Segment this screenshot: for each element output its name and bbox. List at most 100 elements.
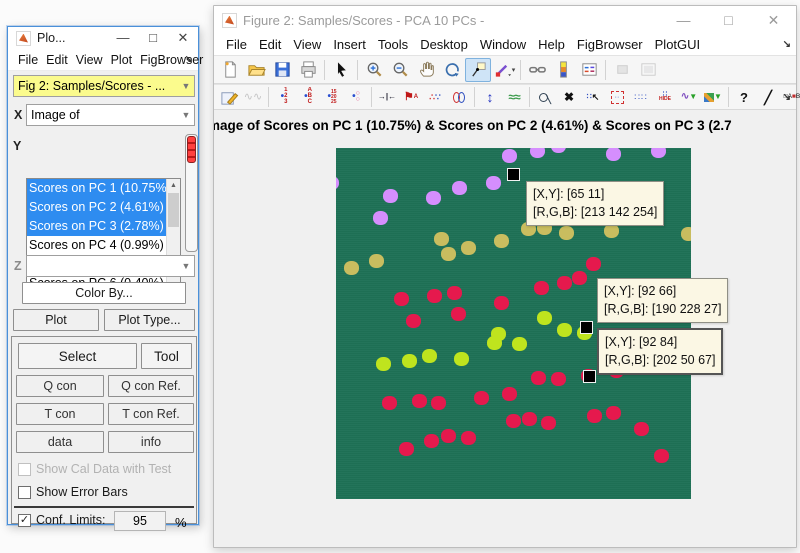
y-list-item[interactable]: Scores on PC 1 (10.75%) <box>27 179 166 198</box>
hide-plot-tools-icon[interactable] <box>609 58 635 82</box>
menu-overflow-icon[interactable]: ↘ <box>783 39 791 50</box>
q-con-button[interactable]: Q con <box>16 375 104 397</box>
scatter-dot-r <box>412 394 427 408</box>
brush-icon[interactable]: ▾ <box>491 58 517 82</box>
menu-overflow-icon[interactable]: ↘ <box>185 54 193 65</box>
select-box-icon[interactable]: ·· <box>605 86 629 108</box>
maximize-button[interactable]: □ <box>706 9 751 31</box>
figure-selector-dropdown[interactable]: Fig 2: Samples/Scores - ... ▼ <box>13 75 195 97</box>
menu-plotgui[interactable]: PlotGUI <box>649 35 707 54</box>
conf-limits-checkbox[interactable]: ✓ Conf. Limits: <box>18 513 105 527</box>
slope-tool-icon[interactable]: ╱ <box>756 86 780 108</box>
toolbar-overflow-icon[interactable]: ↘ <box>783 92 791 103</box>
menu-view[interactable]: View <box>72 51 107 69</box>
z-axis-dropdown[interactable]: ▼ <box>26 255 195 277</box>
class-symbols-icon[interactable]: ∴∵ <box>423 86 447 108</box>
menu-file[interactable]: File <box>14 51 42 69</box>
menu-tools[interactable]: Tools <box>372 35 414 54</box>
menu-desktop[interactable]: Desktop <box>414 35 474 54</box>
plot-tools-icon[interactable]: ✖ <box>557 86 581 108</box>
label-numbers-icon[interactable]: •123 <box>272 86 296 108</box>
color-by-button[interactable]: Color By... <box>22 282 186 304</box>
menu-view[interactable]: View <box>287 35 327 54</box>
label-symbols-icon[interactable]: •○○ <box>344 86 368 108</box>
line-styles-icon[interactable]: ∿∿ <box>241 86 265 108</box>
menu-plot[interactable]: Plot <box>107 51 137 69</box>
menu-edit[interactable]: Edit <box>42 51 72 69</box>
plot-button[interactable]: Plot <box>13 309 99 331</box>
export-plot-icon[interactable]: ∿▼ <box>677 86 701 108</box>
y-list-item[interactable]: Scores on PC 3 (2.78%) <box>27 217 166 236</box>
dock-figure-icon[interactable] <box>635 58 661 82</box>
pointer-icon[interactable] <box>328 58 354 82</box>
figure-canvas: mage of Scores on PC 1 (10.75%) & Scores… <box>214 110 796 547</box>
data-button[interactable]: data <box>16 431 104 453</box>
datatip-marker[interactable] <box>583 370 596 383</box>
new-file-icon[interactable] <box>217 58 243 82</box>
print-icon[interactable] <box>295 58 321 82</box>
datatip[interactable]: [X,Y]: [65 11][R,G,B]: [213 142 254] <box>526 181 664 226</box>
datatip[interactable]: [X,Y]: [92 66][R,G,B]: [190 228 27] <box>597 278 728 323</box>
export-image-icon[interactable]: ▼ <box>701 86 725 108</box>
t-con-button[interactable]: T con <box>16 403 104 425</box>
minimize-button[interactable]: — <box>108 28 138 48</box>
datatip-marker[interactable] <box>580 321 593 334</box>
toolbar-separator <box>357 60 358 80</box>
y-autoscale-icon[interactable]: ↕ <box>478 86 502 108</box>
pin-labels-icon[interactable]: ⚑A <box>399 86 423 108</box>
select-button[interactable]: Select <box>18 343 137 369</box>
show-error-bars-checkbox[interactable]: Show Error Bars <box>18 485 128 499</box>
slider-thumb[interactable] <box>187 136 196 163</box>
minimize-button[interactable]: — <box>661 9 706 31</box>
insert-legend-icon[interactable] <box>576 58 602 82</box>
y-list-item[interactable]: Scores on PC 4 (0.99%) <box>27 236 166 255</box>
label-values-icon[interactable]: •152025 <box>320 86 344 108</box>
x-axis-dropdown[interactable]: Image of ▼ <box>26 104 195 126</box>
tool-button[interactable]: Tool <box>141 343 192 369</box>
datatip-marker[interactable] <box>507 168 520 181</box>
conf-limits-input[interactable]: 95 <box>114 511 166 531</box>
close-button[interactable]: ✕ <box>168 28 198 48</box>
menu-help[interactable]: Help <box>532 35 571 54</box>
select-points-icon[interactable]: ∷↖ <box>581 86 605 108</box>
datatip[interactable]: [X,Y]: [92 84][R,G,B]: [202 50 67] <box>597 328 723 375</box>
info-button[interactable]: info <box>108 431 194 453</box>
maximize-button[interactable]: □ <box>138 28 168 48</box>
data-cursor-icon[interactable] <box>465 58 491 82</box>
menu-window[interactable]: Window <box>474 35 532 54</box>
scroll-up-icon[interactable]: ▲ <box>167 179 180 193</box>
zoom-out-icon[interactable] <box>387 58 413 82</box>
save-icon[interactable] <box>269 58 295 82</box>
menu-edit[interactable]: Edit <box>253 35 287 54</box>
y-scale-slider[interactable] <box>185 134 198 252</box>
scatter-dot-v <box>373 211 388 225</box>
label-letters-icon[interactable]: •ABC <box>296 86 320 108</box>
t-con-ref--button[interactable]: T con Ref. <box>108 403 194 425</box>
close-button[interactable]: ✕ <box>751 9 796 31</box>
menu-figbrowser[interactable]: FigBrowser <box>571 35 649 54</box>
axis-limits-icon[interactable]: →|← <box>375 86 399 108</box>
pan-hand-icon[interactable] <box>413 58 439 82</box>
confidence-ellipses-icon[interactable] <box>447 86 471 108</box>
smooth-data-icon[interactable]: ≈≈ <box>502 86 526 108</box>
menu-file[interactable]: File <box>220 35 253 54</box>
y-axis-listbox[interactable]: Scores on PC 1 (10.75%)Scores on PC 2 (4… <box>26 178 181 296</box>
plot-controls-titlebar[interactable]: Plo... — □ ✕ <box>8 27 198 49</box>
insert-colorbar-icon[interactable] <box>550 58 576 82</box>
zoom-settings-icon[interactable]: ╲ <box>533 86 557 108</box>
hide-points-icon[interactable]: ∷HIDE <box>653 86 677 108</box>
figure-titlebar[interactable]: Figure 2: Samples/Scores - PCA 10 PCs - … <box>214 6 796 34</box>
edit-plot-icon[interactable] <box>217 86 241 108</box>
menu-figbrowser[interactable]: FigBrowser <box>136 51 207 69</box>
zoom-in-icon[interactable] <box>361 58 387 82</box>
view-points-icon[interactable]: ∷∷ <box>629 86 653 108</box>
y-list-item[interactable]: Scores on PC 2 (4.61%) <box>27 198 166 217</box>
menu-insert[interactable]: Insert <box>327 35 372 54</box>
link-plots-icon[interactable] <box>524 58 550 82</box>
open-folder-icon[interactable] <box>243 58 269 82</box>
plot-type-button[interactable]: Plot Type... <box>104 309 195 331</box>
help-icon[interactable]: ? <box>732 86 756 108</box>
q-con-ref--button[interactable]: Q con Ref. <box>108 375 194 397</box>
plot-controls-window: Plo... — □ ✕ FileEditViewPlotFigBrowser↘… <box>7 26 199 525</box>
rotate-3d-icon[interactable] <box>439 58 465 82</box>
